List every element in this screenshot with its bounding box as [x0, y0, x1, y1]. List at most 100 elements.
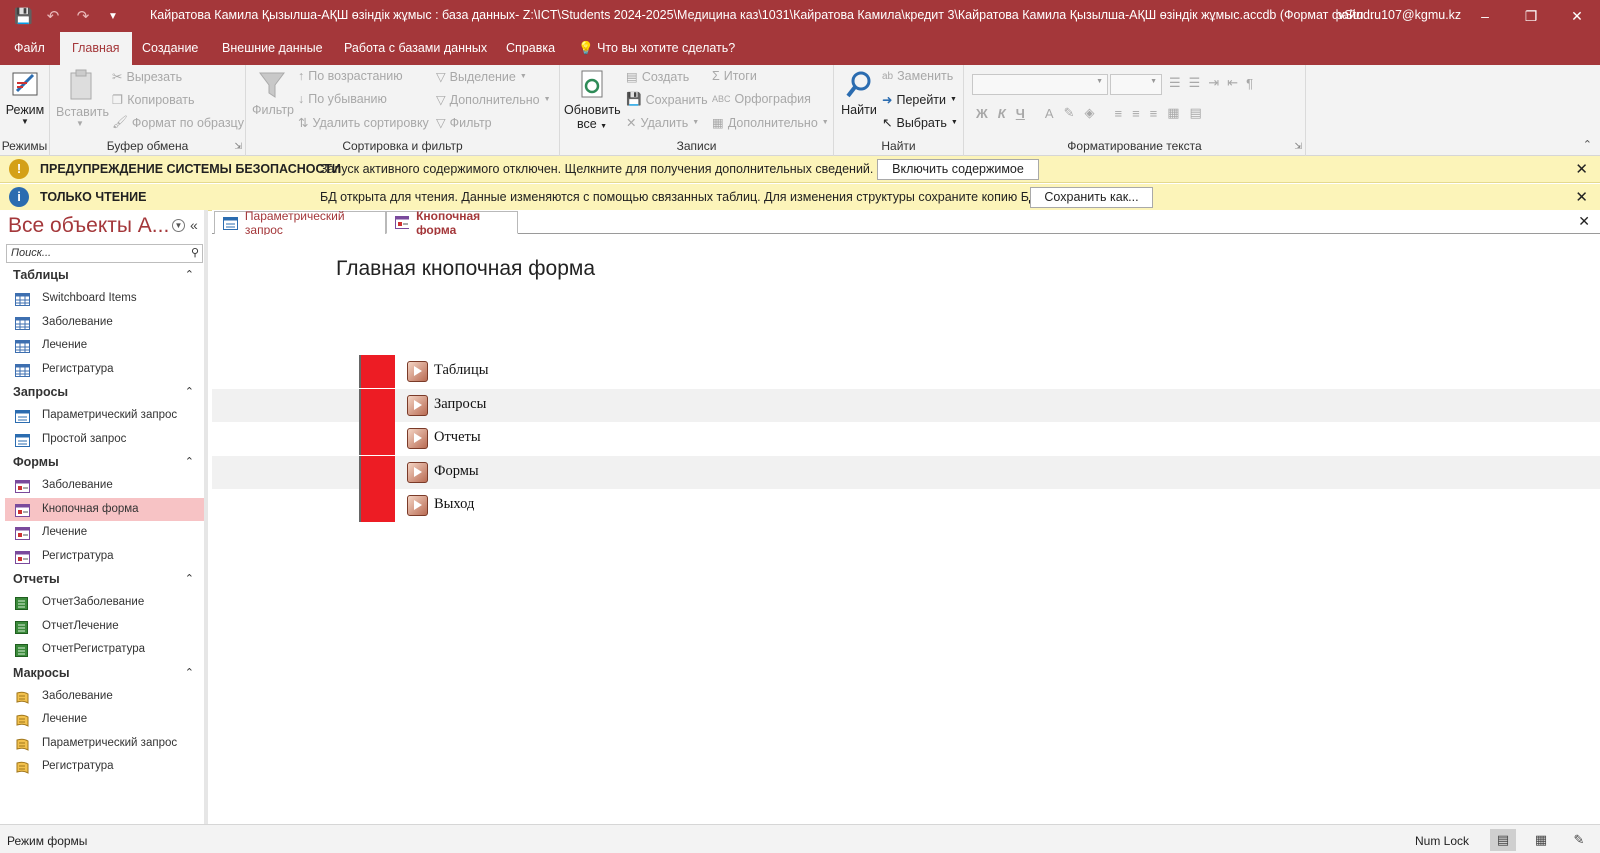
collapse-group-icon[interactable]: ⌃	[185, 662, 194, 685]
gridlines-icon[interactable]: ▦	[1167, 105, 1179, 121]
shutter-bar-icon[interactable]: «	[190, 217, 198, 233]
view-button[interactable]: Режим ▼	[4, 69, 46, 126]
find-button[interactable]: Найти	[838, 69, 880, 117]
tab-external-data[interactable]: Внешние данные	[210, 32, 335, 65]
tab-file[interactable]: Файл	[2, 32, 57, 65]
indent-increase-icon[interactable]: ⇥	[1208, 75, 1219, 91]
collapse-group-icon[interactable]: ⌃	[185, 451, 194, 474]
form-view-icon[interactable]: ▤	[1490, 829, 1516, 851]
nav-item[interactable]: Регистратура	[5, 358, 204, 382]
nav-group-header[interactable]: Отчеты ⌃	[5, 568, 204, 591]
delete-record-button[interactable]: ✕ Удалить ▼	[626, 115, 699, 131]
account-name[interactable]: vStudru107@kgmu.kz	[1338, 8, 1461, 22]
bullets-icon[interactable]: ☰	[1169, 75, 1181, 91]
goto-button[interactable]: ➜ Перейти ▼	[882, 92, 957, 108]
nav-group-header[interactable]: Таблицы ⌃	[5, 264, 204, 287]
switchboard-label[interactable]: Таблицы	[434, 362, 488, 379]
customize-qat-icon[interactable]: ▼	[104, 11, 122, 22]
advanced-filter-button[interactable]: ▽ Дополнительно ▼	[436, 92, 551, 108]
numbering-icon[interactable]: ☰	[1189, 75, 1201, 91]
select-button[interactable]: ↖ Выбрать ▼	[882, 115, 958, 131]
nav-item[interactable]: ОтчетЛечение	[5, 615, 204, 639]
nav-item[interactable]: Лечение	[5, 708, 204, 732]
switchboard-label[interactable]: Отчеты	[434, 429, 481, 446]
align-left-icon[interactable]: ≡	[1114, 106, 1122, 121]
save-record-button[interactable]: 💾 Сохранить	[626, 92, 708, 107]
nav-item[interactable]: Параметрический запрос	[5, 404, 204, 428]
collapse-group-icon[interactable]: ⌃	[185, 264, 194, 287]
nav-item[interactable]: Заболевание	[5, 474, 204, 498]
align-right-icon[interactable]: ≡	[1150, 106, 1158, 121]
tab-create[interactable]: Создание	[130, 32, 210, 65]
tab-database-tools[interactable]: Работа с базами данных	[332, 32, 499, 65]
nav-item[interactable]: Параметрический запрос	[5, 732, 204, 756]
fill-color-icon[interactable]: ◈	[1084, 105, 1094, 121]
nav-search-input[interactable]: Поиск... ⚲	[6, 244, 203, 263]
font-color-button[interactable]: A	[1045, 106, 1054, 121]
font-size-dropdown[interactable]: ▼	[1110, 74, 1162, 95]
italic-button[interactable]: К	[998, 106, 1006, 121]
paragraph-icon[interactable]: ¶	[1246, 76, 1253, 91]
selection-button[interactable]: ▽ Выделение ▼	[436, 69, 527, 85]
nav-pane-title[interactable]: Все объекты А...	[8, 214, 169, 238]
collapse-ribbon-icon[interactable]: ⌃	[1583, 138, 1592, 151]
minimize-icon[interactable]: –	[1462, 0, 1508, 32]
sort-descending-button[interactable]: ↓ По убыванию	[298, 92, 387, 106]
format-painter-button[interactable]: 🖌 Формат по образцу	[112, 115, 244, 130]
security-message[interactable]: Запуск активного содержимого отключен. Щ…	[320, 162, 873, 176]
tab-help[interactable]: Справка	[494, 32, 567, 65]
copy-button[interactable]: ❐ Копировать	[112, 92, 195, 108]
nav-group-header[interactable]: Макросы ⌃	[5, 662, 204, 685]
nav-item[interactable]: Кнопочная форма	[5, 497, 204, 521]
undo-icon[interactable]: ↶	[44, 7, 62, 25]
nav-item[interactable]: Заболевание	[5, 311, 204, 335]
font-name-dropdown[interactable]: ▼	[972, 74, 1108, 95]
indent-decrease-icon[interactable]: ⇤	[1227, 75, 1238, 91]
sort-ascending-button[interactable]: ↑ По возрастанию	[298, 69, 403, 83]
nav-group-header[interactable]: Формы ⌃	[5, 451, 204, 474]
cut-button[interactable]: ✂ Вырезать	[112, 69, 182, 85]
highlight-icon[interactable]: ✎	[1064, 105, 1075, 121]
save-icon[interactable]: 💾	[14, 7, 33, 25]
spelling-button[interactable]: ABC Орфография	[712, 92, 811, 106]
more-records-button[interactable]: ▦ Дополнительно ▼	[712, 115, 829, 131]
design-view-icon[interactable]: ✎	[1566, 829, 1592, 851]
close-document-icon[interactable]: ✕	[1578, 213, 1590, 230]
switchboard-button[interactable]	[407, 428, 428, 449]
filter-button[interactable]: Фильтр	[252, 69, 294, 117]
bold-button[interactable]: Ж	[976, 106, 988, 121]
tell-me-box[interactable]: 💡 Что вы хотите сделать?	[578, 32, 735, 65]
underline-button[interactable]: Ч	[1016, 106, 1025, 121]
dialog-launcher-icon[interactable]: ⇲	[1294, 141, 1302, 152]
close-icon[interactable]: ✕	[1575, 188, 1588, 206]
switchboard-button[interactable]	[407, 361, 428, 382]
replace-button[interactable]: ab Заменить	[882, 69, 953, 83]
switchboard-button[interactable]	[407, 495, 428, 516]
collapse-group-icon[interactable]: ⌃	[185, 381, 194, 404]
doc-tab-switchboard[interactable]: Кнопочная форма	[386, 209, 518, 237]
align-center-icon[interactable]: ≡	[1132, 106, 1140, 121]
nav-item[interactable]: ОтчетРегистратура	[5, 638, 204, 662]
alternate-row-icon[interactable]: ▤	[1190, 105, 1202, 121]
redo-icon[interactable]: ↷	[74, 7, 92, 25]
nav-item[interactable]: ОтчетЗаболевание	[5, 591, 204, 615]
nav-menu-icon[interactable]: ▼	[172, 219, 185, 232]
switchboard-label[interactable]: Выход	[434, 496, 474, 513]
enable-content-button[interactable]: Включить содержимое	[877, 159, 1039, 180]
nav-item[interactable]: Простой запрос	[5, 428, 204, 452]
dialog-launcher-icon[interactable]: ⇲	[234, 141, 242, 152]
switchboard-label[interactable]: Запросы	[434, 396, 486, 413]
remove-sort-button[interactable]: ⇅ Удалить сортировку	[298, 115, 429, 131]
save-as-button[interactable]: Сохранить как...	[1030, 187, 1153, 208]
nav-group-header[interactable]: Запросы ⌃	[5, 381, 204, 404]
search-icon[interactable]: ⚲	[191, 246, 199, 259]
nav-item[interactable]: Switchboard Items	[5, 287, 204, 311]
switchboard-button[interactable]	[407, 394, 428, 416]
totals-button[interactable]: Σ Итоги	[712, 69, 757, 83]
layout-view-icon[interactable]: ▦	[1528, 829, 1554, 851]
close-icon[interactable]: ✕	[1575, 160, 1588, 178]
new-record-button[interactable]: ▤ Создать	[626, 69, 689, 85]
toggle-filter-button[interactable]: ▽ Фильтр	[436, 115, 492, 131]
paste-button[interactable]: Вставить ▼	[56, 69, 109, 128]
nav-item[interactable]: Регистратура	[5, 545, 204, 569]
